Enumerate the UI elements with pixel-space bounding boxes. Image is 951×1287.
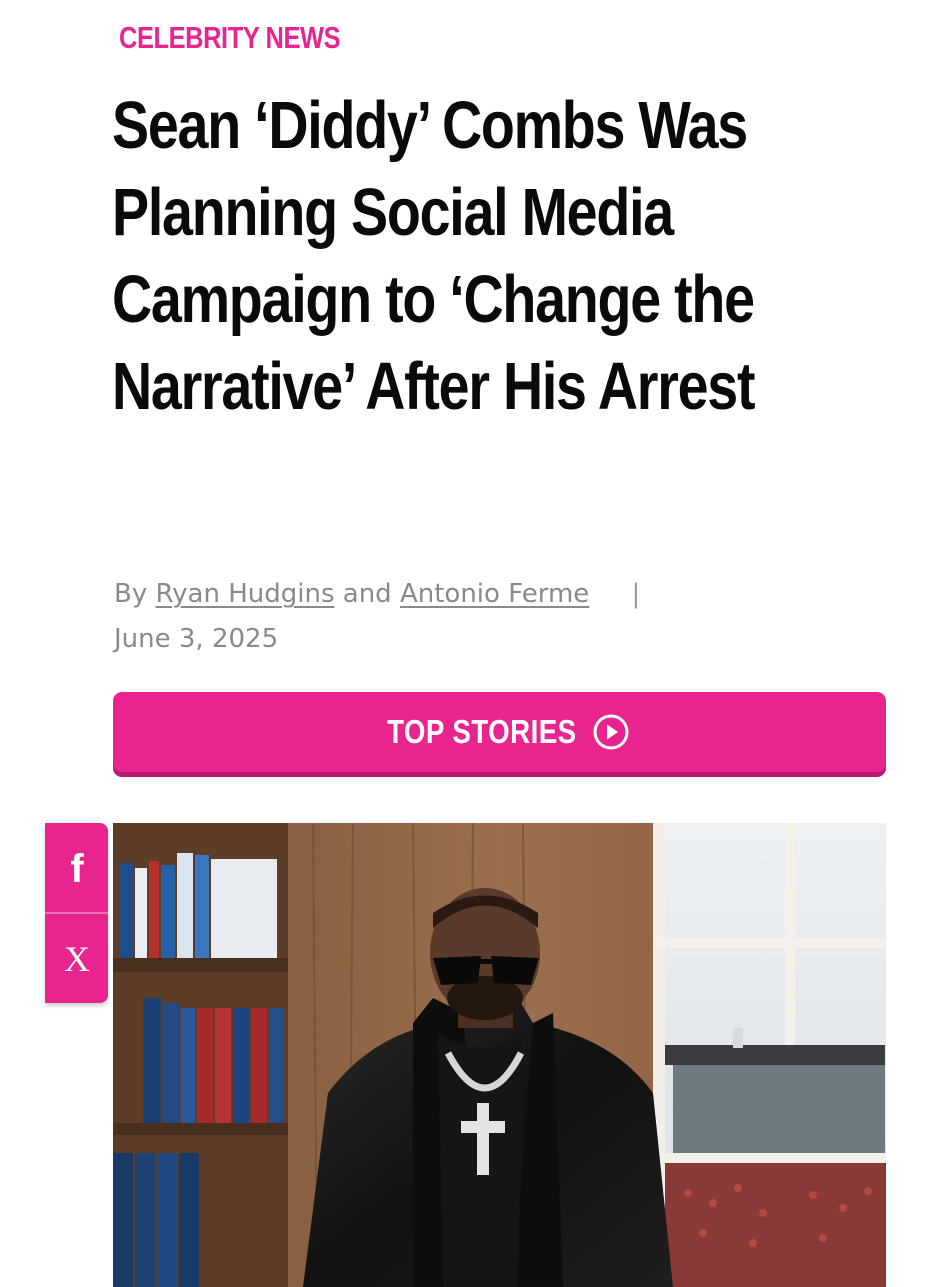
svg-text:X: X	[64, 942, 90, 976]
svg-text:f: f	[70, 848, 84, 888]
x-share-button[interactable]: X	[45, 912, 108, 1003]
byline-prefix: By	[114, 579, 148, 609]
byline: By Ryan Hudgins and Antonio Ferme | June…	[114, 572, 894, 662]
byline-joiner: and	[342, 579, 392, 609]
hero-image	[113, 823, 886, 1287]
play-circle-icon	[592, 713, 630, 751]
share-bar: f X	[45, 823, 108, 1003]
x-icon: X	[64, 942, 90, 976]
author-link-antonio-ferme[interactable]: Antonio Ferme	[400, 579, 589, 609]
article-headline: Sean ‘Diddy’ Combs Was Planning Social M…	[112, 88, 755, 424]
facebook-share-button[interactable]: f	[45, 823, 108, 912]
category-link[interactable]: CELEBRITY NEWS	[119, 18, 341, 58]
author-link-ryan-hudgins[interactable]: Ryan Hudgins	[156, 579, 335, 609]
top-stories-button[interactable]: TOP STORIES	[113, 692, 886, 772]
publish-date: June 3, 2025	[114, 624, 279, 654]
byline-separator: |	[631, 579, 641, 609]
top-stories-label: TOP STORIES	[386, 713, 577, 750]
facebook-icon: f	[70, 848, 84, 888]
